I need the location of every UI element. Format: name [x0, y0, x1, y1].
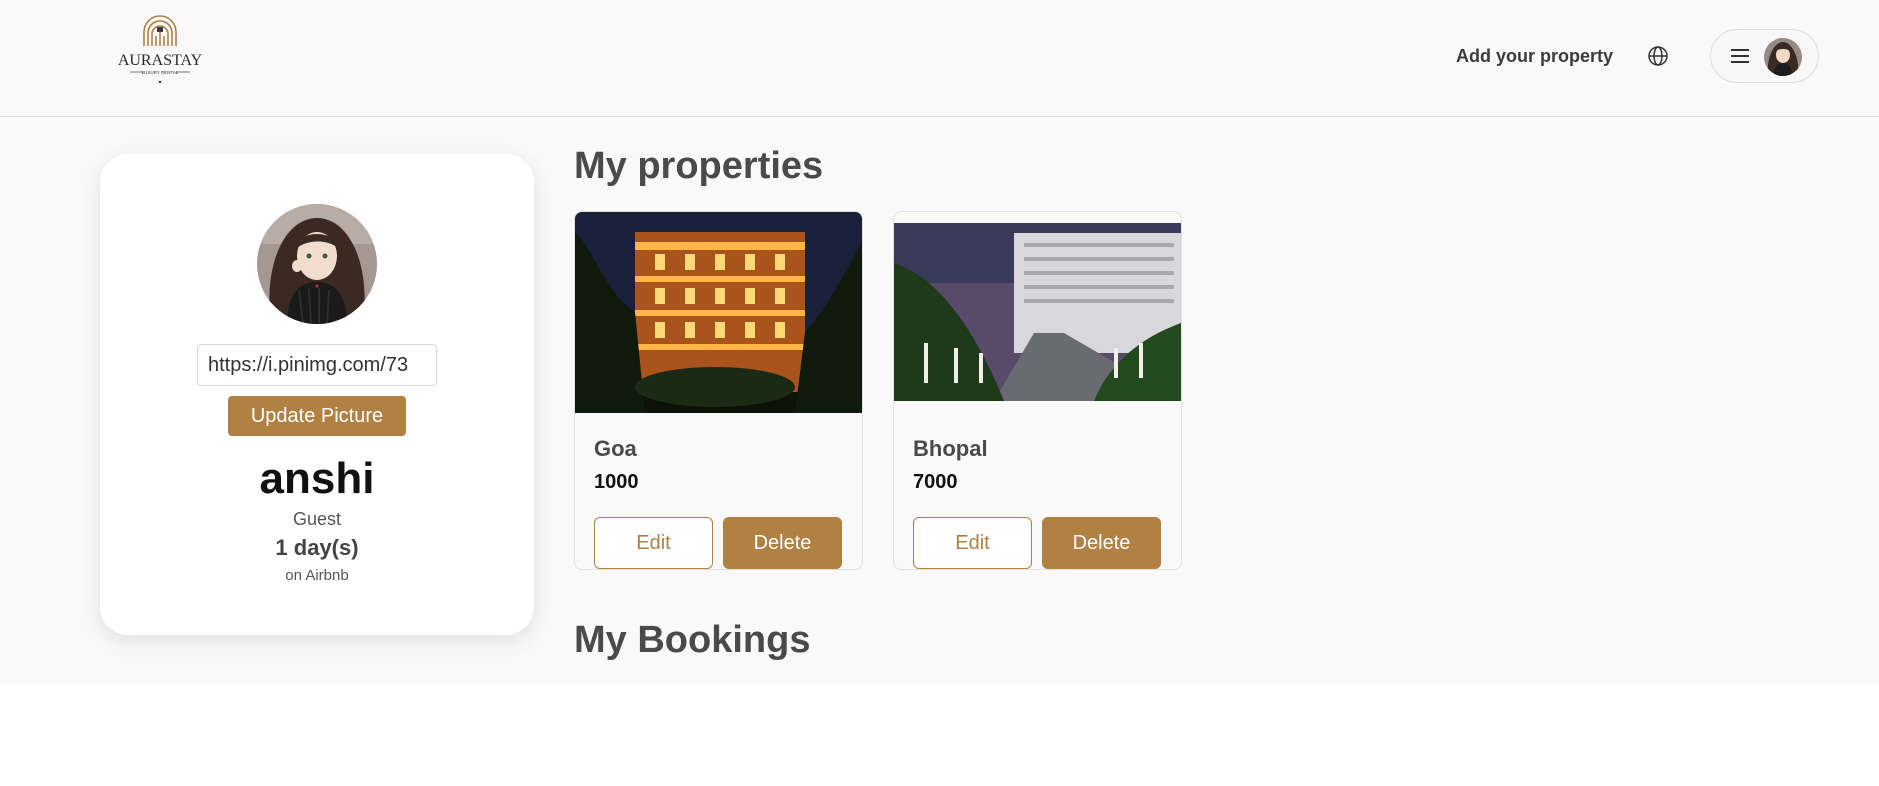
picture-url-input[interactable] — [197, 344, 437, 386]
property-price: 7000 — [913, 471, 958, 493]
top-header: AURASTAY LUXURY RENTAL Add your property — [0, 0, 1879, 117]
property-name: Goa — [594, 436, 637, 461]
aurastay-logo[interactable]: AURASTAY LUXURY RENTAL — [110, 10, 210, 90]
hamburger-menu-icon — [1731, 49, 1749, 63]
profile-tenure-suffix: on Airbnb — [285, 567, 349, 584]
profile-avatar — [257, 204, 377, 324]
profile-name: anshi — [259, 454, 375, 503]
svg-text:LUXURY RENTAL: LUXURY RENTAL — [142, 70, 179, 75]
property-card: Bhopal 7000 Edit Delete — [893, 211, 1182, 570]
logo-mark: AURASTAY LUXURY RENTAL — [118, 15, 203, 84]
property-image[interactable] — [894, 223, 1181, 401]
add-property-link[interactable]: Add your property — [1456, 46, 1613, 67]
delete-property-button[interactable]: Delete — [723, 517, 842, 569]
update-picture-button[interactable]: Update Picture — [228, 396, 406, 436]
avatar — [1764, 38, 1802, 76]
profile-tenure: 1 day(s) — [275, 535, 359, 560]
property-price: 1000 — [594, 471, 639, 493]
property-name: Bhopal — [913, 436, 988, 461]
property-card: Goa 1000 Edit Delete — [574, 211, 863, 570]
profile-role: Guest — [292, 509, 342, 529]
globe-icon[interactable] — [1647, 45, 1669, 67]
edit-property-button[interactable]: Edit — [913, 517, 1032, 569]
user-menu-button[interactable] — [1710, 29, 1819, 83]
edit-property-button[interactable]: Edit — [594, 517, 713, 569]
my-bookings-title: My Bookings — [574, 619, 811, 661]
my-properties-title: My properties — [574, 145, 824, 187]
property-image[interactable] — [575, 212, 862, 413]
profile-card: Update Picture anshi Guest 1 day(s) on A… — [100, 154, 534, 635]
svg-text:AURASTAY: AURASTAY — [118, 52, 203, 69]
delete-property-button[interactable]: Delete — [1042, 517, 1161, 569]
